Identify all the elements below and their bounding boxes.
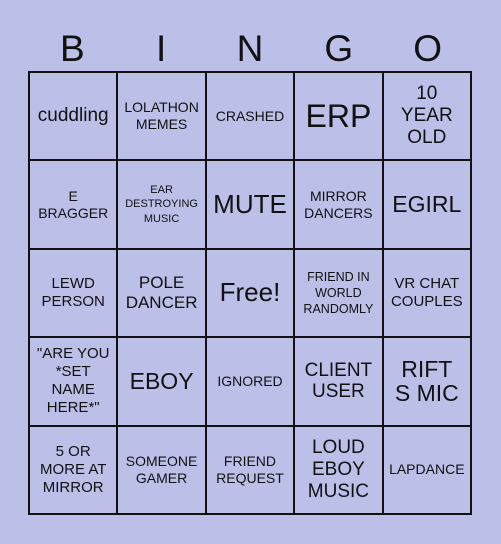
bingo-cell-label: 10 YEAR OLD [400, 83, 453, 149]
header-letter-o: O [413, 28, 442, 69]
bingo-cell[interactable]: cuddling [29, 72, 118, 161]
bingo-cell-label: FRIEND IN WORLD RANDOMLY [303, 269, 374, 317]
bingo-cell-label: E BRAGGER [38, 187, 109, 221]
header-letter-n: N [236, 28, 264, 69]
bingo-cell-label: EGIRL [392, 191, 462, 218]
bingo-cell-label: LEWD PERSON [41, 274, 105, 310]
bingo-cell[interactable]: EBOY [117, 337, 206, 426]
bingo-cell[interactable]: EGIRL [382, 160, 471, 249]
bingo-cell[interactable]: RIFT S MIC [382, 337, 471, 426]
bingo-cell[interactable]: SOMEONE GAMER [117, 425, 206, 514]
bingo-cell-label: cuddling [37, 105, 109, 127]
bingo-cell-label: LOUD EBOY MUSIC [307, 437, 369, 502]
bingo-cell[interactable]: LOUD EBOY MUSIC [294, 425, 383, 514]
bingo-cell[interactable]: CRASHED [205, 72, 295, 161]
bingo-cell-label: CLIENT USER [304, 359, 373, 403]
bingo-cell-label: ERP [305, 97, 372, 134]
bingo-cell-label: SOMEONE GAMER [125, 453, 198, 486]
bingo-cell-label: RIFT S MIC [394, 355, 459, 407]
bingo-cell[interactable]: LAPDANCE [382, 425, 471, 514]
bingo-cell[interactable]: MUTE [205, 160, 295, 249]
bingo-grid: cuddling LOLATHON MEMES CRASHED ERP 10 YEAR … [28, 71, 472, 515]
bingo-cell[interactable]: EAR DESTROYING MUSIC [117, 160, 206, 249]
bingo-cell-label: MUTE [213, 188, 287, 219]
bingo-cell[interactable]: 5 OR MORE AT MIRROR [29, 425, 118, 514]
bingo-cell-label: VR CHAT COUPLES [390, 274, 463, 310]
bingo-cell-free-space[interactable]: Free! [205, 248, 295, 338]
bingo-cell-label: FRIEND REQUEST [216, 453, 284, 486]
bingo-cell-label: IGNORED [217, 372, 283, 389]
bingo-cell[interactable]: LOLATHON MEMES [117, 72, 206, 161]
bingo-cell[interactable]: FRIEND REQUEST [205, 425, 295, 514]
bingo-cell[interactable]: IGNORED [205, 337, 295, 426]
bingo-cell[interactable]: 10 YEAR OLD [382, 72, 471, 161]
bingo-cell[interactable]: FRIEND IN WORLD RANDOMLY [294, 248, 383, 338]
header-letter-i: I [156, 28, 167, 69]
bingo-cell[interactable]: LEWD PERSON [29, 248, 118, 338]
bingo-cell[interactable]: ERP [294, 72, 383, 161]
bingo-cell-label: EBOY [129, 367, 194, 394]
bingo-cell-label: EAR DESTROYING MUSIC [125, 184, 198, 225]
bingo-cell[interactable]: VR CHAT COUPLES [382, 248, 471, 338]
bingo-cell[interactable]: POLE DANCER [117, 248, 206, 338]
header-letter-b: B [60, 28, 85, 69]
bingo-cell-label: MIRROR DANCERS [304, 187, 373, 221]
header-letter-g: G [324, 28, 354, 69]
bingo-cell-label: Free! [219, 277, 281, 308]
bingo-cell-label: CRASHED [215, 107, 285, 124]
bingo-cell[interactable]: "ARE YOU *SET NAME HERE*" [29, 337, 118, 426]
bingo-cell-label: 5 OR MORE AT MIRROR [39, 442, 107, 496]
bingo-cell-label: POLE DANCER [125, 272, 198, 312]
bingo-cell[interactable]: CLIENT USER [294, 337, 383, 426]
bingo-cell-label: "ARE YOU *SET NAME HERE*" [36, 345, 110, 417]
bingo-cell[interactable]: E BRAGGER [29, 160, 118, 249]
bingo-cell-label: LAPDANCE [389, 461, 465, 478]
bingo-header: B I N G O [28, 28, 472, 70]
bingo-cell-label: LOLATHON MEMES [124, 99, 199, 133]
bingo-cell[interactable]: MIRROR DANCERS [294, 160, 383, 249]
